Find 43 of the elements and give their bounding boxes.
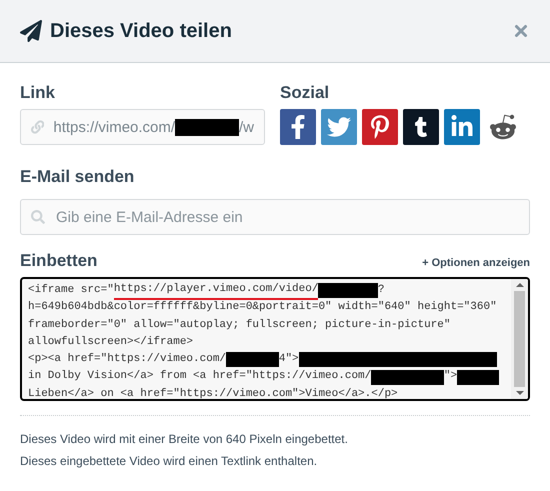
code-text: <p><a href="https://vimeo.com/ <box>28 352 226 368</box>
scrollbar[interactable] <box>511 279 528 399</box>
redaction-bar <box>226 352 279 368</box>
link-text: https://vimeo.com/ <box>53 118 176 136</box>
code-text: frameborder="0" allow="autoplay; fullscreen; picture-in-picture" <box>28 318 450 333</box>
info-text: Dieses Video wird mit einer Breite von 640 Pixeln eingebettet. <box>20 431 349 448</box>
close-button[interactable] <box>512 22 530 40</box>
facebook-link[interactable] <box>280 109 316 145</box>
linkedin-logo-icon <box>450 115 474 139</box>
code-text: in Dolby Vision</a> from <a href="https://vimeo.com/ <box>28 369 372 384</box>
code-text: 4"> <box>278 352 299 368</box>
code-text: ? <box>378 283 384 298</box>
social-label: Sozial <box>280 83 330 103</box>
twitter-link[interactable] <box>321 109 357 145</box>
email-input[interactable]: Gib eine E-Mail-Adresse ein <box>54 208 519 226</box>
redaction-bar <box>457 370 499 385</box>
dialog-title: Dieses Video teilen <box>50 20 233 42</box>
email-label: E-Mail senden <box>20 167 136 187</box>
twitter-logo-icon <box>327 115 351 139</box>
email-field[interactable]: Gib eine E-Mail-Adresse ein <box>20 199 530 235</box>
link-label: Link <box>20 83 56 103</box>
link-text: /w <box>239 118 254 136</box>
link-field[interactable]: https://vimeo.com/ /w <box>20 109 265 145</box>
pinterest-logo-icon <box>368 115 392 139</box>
code-text: <iframe src=" <box>28 283 114 298</box>
linkedin-link[interactable] <box>444 109 480 145</box>
paper-plane-icon <box>20 20 42 42</box>
code-text: Lieben</a> on <a href="https://vimeo.com">Vimeo</a>.</p> <box>28 386 398 399</box>
embed-label: Einbetten <box>20 251 98 271</box>
pinterest-link[interactable] <box>362 109 398 145</box>
code-text: "> <box>444 369 458 384</box>
info-text: Dieses eingebettete Video wird einen Textlink enthalten. <box>20 453 318 470</box>
tumblr-link[interactable] <box>403 109 439 145</box>
show-options-link[interactable]: + Optionen anzeigen <box>422 257 530 269</box>
embed-code-field[interactable] <box>20 277 530 401</box>
link-icon <box>31 120 44 134</box>
code-text: allowfullscreen></iframe> <box>28 334 194 350</box>
search-icon <box>31 210 45 224</box>
alien-icon <box>489 113 517 141</box>
redaction-bar <box>175 118 239 136</box>
redaction-bar <box>318 283 378 298</box>
underlined-code-text: https://player.vimeo.com/video/ <box>114 281 318 300</box>
code-text: h=649b604bdb&color=ffffff&byline=0&portrait=0" width="640" height="360" <box>28 300 497 316</box>
